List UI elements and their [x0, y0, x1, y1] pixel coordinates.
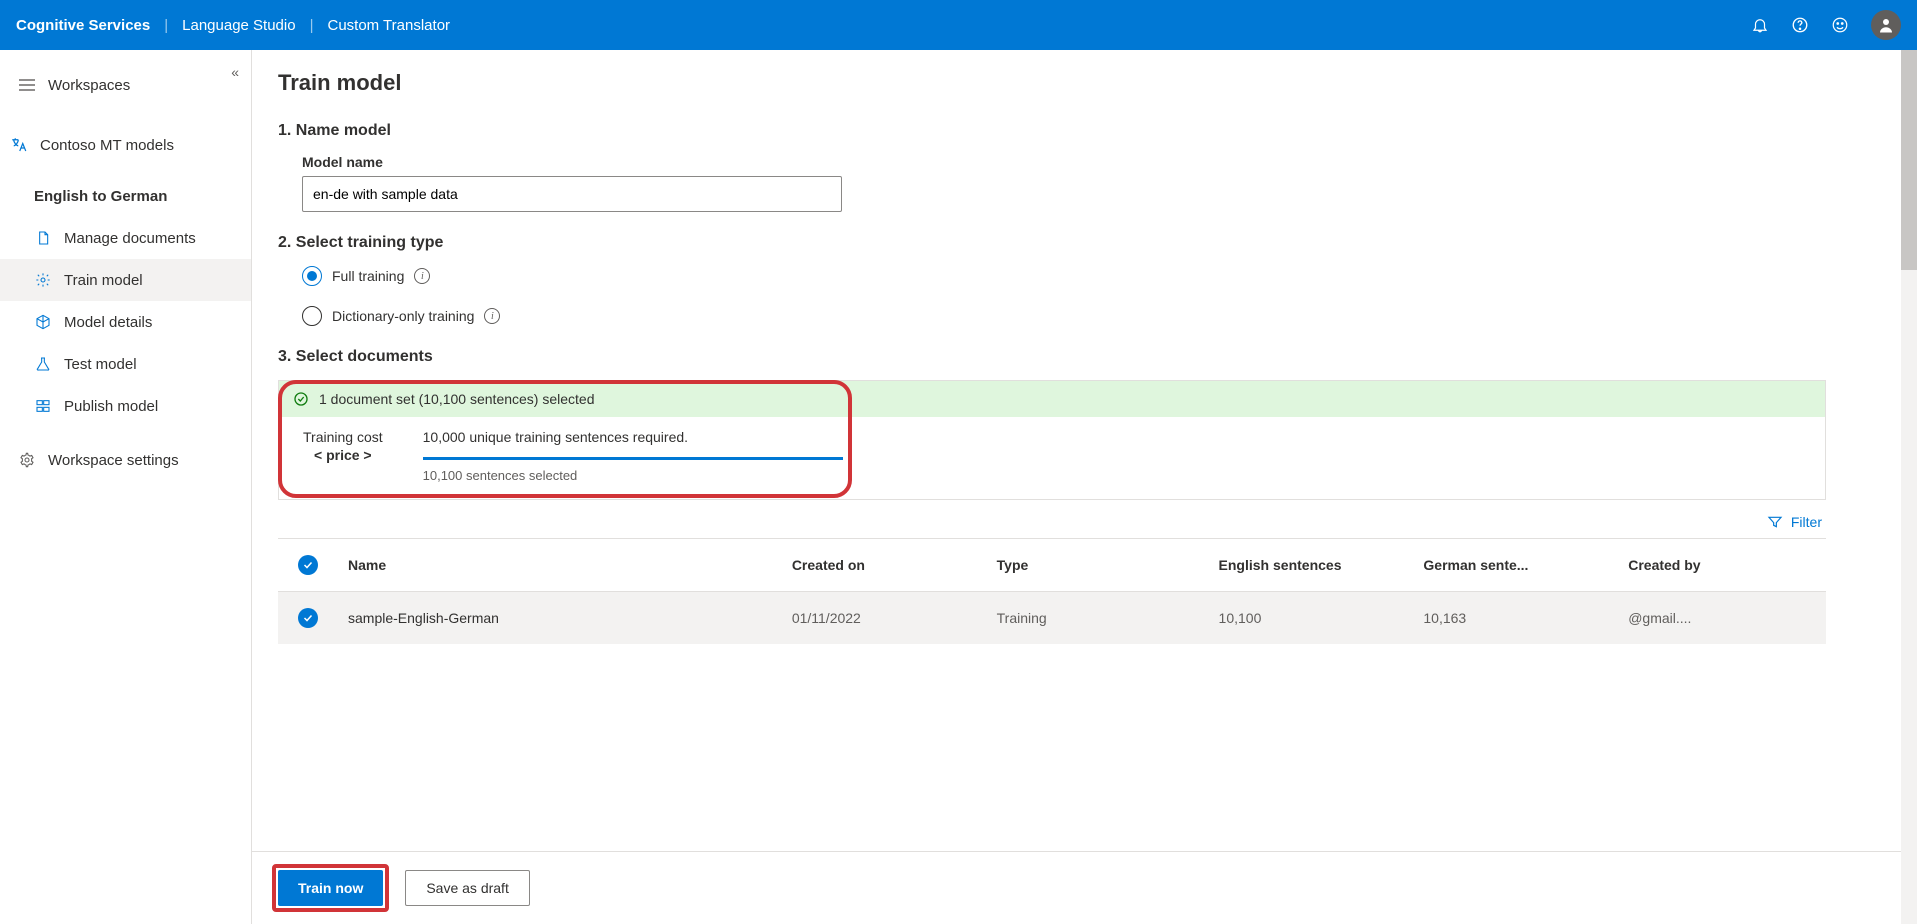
gear-icon — [18, 451, 36, 469]
filter-icon — [1767, 514, 1783, 530]
model-name-input[interactable] — [302, 176, 842, 212]
radio-icon — [302, 266, 322, 286]
radio-dictionary-training[interactable]: Dictionary-only training i — [302, 306, 1826, 326]
training-cost-block: Training cost < price > — [303, 429, 383, 463]
cell-english-sentences: 10,100 — [1219, 610, 1424, 626]
breadcrumb-custom-translator[interactable]: Custom Translator — [327, 17, 450, 34]
translate-icon — [10, 136, 28, 154]
selected-sentences-text: 10,100 sentences selected — [423, 468, 843, 483]
radio-full-label: Full training — [332, 268, 404, 284]
notifications-icon[interactable] — [1751, 16, 1769, 34]
training-cost-value: < price > — [303, 447, 383, 463]
sidebar-publish-model-label: Publish model — [64, 398, 158, 415]
sidebar-item-project[interactable]: English to German — [0, 176, 251, 217]
selection-summary-text: 1 document set (10,100 sentences) select… — [319, 391, 595, 407]
row-checkbox[interactable] — [288, 608, 348, 628]
cell-created-on: 01/11/2022 — [792, 610, 997, 626]
table-row[interactable]: sample-English-German 01/11/2022 Trainin… — [278, 592, 1826, 644]
documents-icon — [34, 229, 52, 247]
breadcrumb: Cognitive Services | Language Studio | C… — [16, 17, 450, 34]
publish-icon — [34, 397, 52, 415]
sidebar-item-workspaces[interactable]: Workspaces — [0, 64, 251, 106]
check-circle-icon — [293, 391, 309, 407]
save-as-draft-button[interactable]: Save as draft — [405, 870, 530, 906]
top-header: Cognitive Services | Language Studio | C… — [0, 0, 1917, 50]
col-english-sentences[interactable]: English sentences — [1219, 557, 1424, 573]
step1-heading: 1. Name model — [278, 122, 1826, 140]
cell-german-sentences: 10,163 — [1423, 610, 1628, 626]
sidebar-test-model-label: Test model — [64, 356, 137, 373]
scrollbar-thumb[interactable] — [1901, 50, 1917, 270]
sidebar-item-publish-model[interactable]: Publish model — [0, 385, 251, 427]
cell-created-by: @gmail.... — [1628, 610, 1816, 626]
step2-heading: 2. Select training type — [278, 234, 1826, 252]
sidebar-manage-documents-label: Manage documents — [64, 230, 196, 247]
sidebar-model-details-label: Model details — [64, 314, 152, 331]
sidebar-workspaces-label: Workspaces — [48, 77, 130, 94]
training-cost-label: Training cost — [303, 429, 383, 445]
cell-type: Training — [997, 610, 1219, 626]
radio-full-training[interactable]: Full training i — [302, 266, 1826, 286]
sidebar-item-test-model[interactable]: Test model — [0, 343, 251, 385]
selection-summary: 1 document set (10,100 sentences) select… — [278, 380, 1826, 500]
training-requirement-block: 10,000 unique training sentences require… — [423, 429, 843, 483]
col-type[interactable]: Type — [997, 557, 1219, 573]
breadcrumb-divider: | — [310, 17, 314, 34]
page-title: Train model — [278, 70, 1826, 96]
footer: Train now Save as draft — [252, 851, 1917, 924]
filter-label: Filter — [1791, 514, 1822, 530]
radio-dict-label: Dictionary-only training — [332, 308, 474, 324]
documents-table: Name Created on Type English sentences G… — [278, 538, 1826, 644]
model-name-label: Model name — [302, 154, 1826, 170]
sidebar-item-manage-documents[interactable]: Manage documents — [0, 217, 251, 259]
col-german-sentences[interactable]: German sente... — [1423, 557, 1628, 573]
workspaces-icon — [18, 76, 36, 94]
cell-name: sample-English-German — [348, 610, 792, 626]
sidebar-item-workspace-settings[interactable]: Workspace settings — [0, 439, 251, 481]
help-icon[interactable] — [1791, 16, 1809, 34]
avatar[interactable] — [1871, 10, 1901, 40]
step3-heading: 3. Select documents — [278, 348, 1826, 366]
breadcrumb-language-studio[interactable]: Language Studio — [182, 17, 295, 34]
sidebar-workspace-label: Contoso MT models — [40, 137, 174, 154]
info-icon[interactable]: i — [414, 268, 430, 284]
vertical-scrollbar[interactable] — [1901, 50, 1917, 924]
sidebar-project-label: English to German — [34, 188, 167, 205]
sidebar-item-model-details[interactable]: Model details — [0, 301, 251, 343]
main-content: Train model 1. Name model Model name 2. … — [252, 50, 1917, 924]
feedback-icon[interactable] — [1831, 16, 1849, 34]
breadcrumb-divider: | — [164, 17, 168, 34]
radio-icon — [302, 306, 322, 326]
col-created-on[interactable]: Created on — [792, 557, 997, 573]
progress-bar — [423, 457, 843, 460]
header-actions — [1751, 10, 1901, 40]
col-created-by[interactable]: Created by — [1628, 557, 1816, 573]
cube-icon — [34, 313, 52, 331]
collapse-sidebar-icon[interactable]: « — [231, 64, 239, 80]
sidebar-train-model-label: Train model — [64, 272, 143, 289]
sidebar-item-workspace[interactable]: Contoso MT models — [0, 124, 251, 166]
flask-icon — [34, 355, 52, 373]
required-sentences-text: 10,000 unique training sentences require… — [423, 429, 843, 451]
filter-button[interactable]: Filter — [1767, 514, 1822, 530]
train-now-button[interactable]: Train now — [278, 870, 383, 906]
sidebar: « Workspaces Contoso MT models English t… — [0, 50, 252, 924]
sidebar-item-train-model[interactable]: Train model — [0, 259, 251, 301]
brand-label[interactable]: Cognitive Services — [16, 17, 150, 34]
selection-summary-header: 1 document set (10,100 sentences) select… — [279, 381, 1825, 417]
info-icon[interactable]: i — [484, 308, 500, 324]
train-icon — [34, 271, 52, 289]
highlight-annotation: Train now — [272, 864, 389, 912]
select-all-checkbox[interactable] — [288, 555, 348, 575]
col-name[interactable]: Name — [348, 557, 792, 573]
table-header-row: Name Created on Type English sentences G… — [278, 539, 1826, 592]
sidebar-workspace-settings-label: Workspace settings — [48, 452, 179, 469]
